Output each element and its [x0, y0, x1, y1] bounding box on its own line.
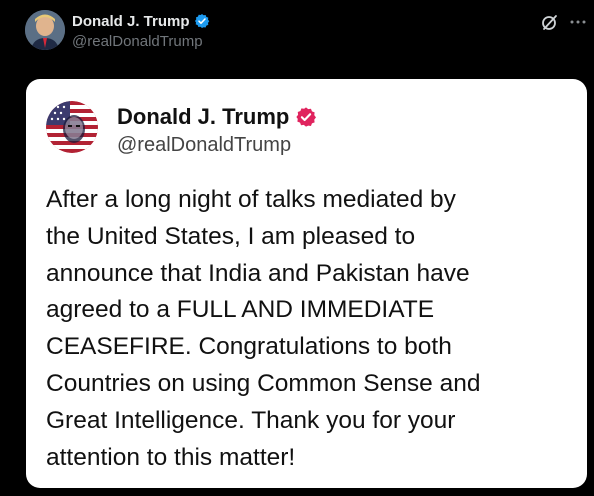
card-avatar — [46, 101, 98, 153]
verified-badge-icon — [194, 13, 210, 29]
card-verified-badge-icon — [295, 106, 317, 128]
card-post-text: After a long night of talks mediated by … — [46, 186, 481, 471]
card-author-name[interactable]: Donald J. Trump — [117, 104, 289, 130]
author-name[interactable]: Donald J. Trump — [72, 13, 190, 30]
card-author-handle[interactable]: @realDonaldTrump — [117, 134, 291, 157]
author-handle[interactable]: @realDonaldTrump — [72, 33, 203, 50]
card-author-name-row: Donald J. Trump — [117, 103, 317, 131]
embedded-post-card[interactable]: Donald J. Trump @realDonaldTrump After a… — [26, 79, 587, 488]
avatar[interactable] — [25, 10, 65, 50]
more-options-icon[interactable] — [568, 12, 588, 32]
flag-portrait-avatar-icon — [46, 101, 98, 153]
grok-icon[interactable] — [540, 12, 560, 32]
avatar-photo-icon — [25, 10, 65, 50]
author-name-row: Donald J. Trump — [72, 11, 210, 31]
post-header: Donald J. Trump @realDonaldTrump — [0, 0, 594, 62]
post: Donald J. Trump @realDonaldTrump Donald … — [0, 0, 594, 496]
